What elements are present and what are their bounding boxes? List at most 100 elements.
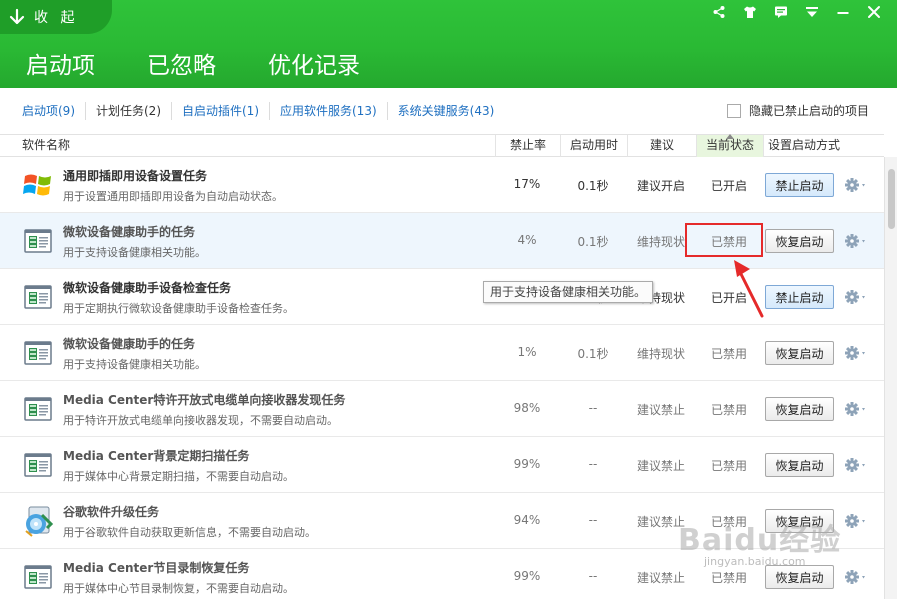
menu-icon[interactable] bbox=[796, 2, 827, 22]
feedback-icon[interactable] bbox=[765, 2, 796, 22]
windows-logo-icon bbox=[22, 169, 54, 201]
hide-disabled-checkbox[interactable]: 隐藏已禁止启动的项目 bbox=[726, 102, 869, 119]
item-startup-time: -- bbox=[588, 401, 598, 415]
filter-tab-autostart-plugins[interactable]: 自启动插件(1) bbox=[172, 102, 270, 120]
item-disable-rate: 1% bbox=[517, 345, 537, 359]
arrow-down-icon bbox=[0, 0, 34, 34]
window-app-icon bbox=[22, 561, 54, 593]
item-name: Media Center节目录制恢复任务 bbox=[63, 561, 250, 575]
filter-bar: 启动项(9) 计划任务(2) 自启动插件(1) 应用软件服务(13) 系统关键服… bbox=[0, 88, 897, 134]
item-description: 用于特许开放式电缆单向接收器发现，不需要自动启动。 bbox=[63, 414, 338, 427]
annotation-highlight-box bbox=[685, 223, 763, 257]
window-app-icon bbox=[22, 393, 54, 425]
item-description: 用于设置通用即插即用设备为自动启动状态。 bbox=[63, 190, 283, 203]
filter-tab-app-services[interactable]: 应用软件服务(13) bbox=[270, 102, 388, 120]
gear-icon[interactable] bbox=[844, 343, 868, 363]
restore-startup-button[interactable]: 恢复启动 bbox=[765, 341, 834, 365]
item-disable-rate: 99% bbox=[513, 569, 541, 583]
item-description: 用于媒体中心节目录制恢复，不需要自动启动。 bbox=[63, 582, 294, 595]
column-header-action: 设置启动方式 bbox=[763, 135, 884, 157]
item-advice: 建议开启 bbox=[636, 179, 685, 193]
checkbox-box[interactable] bbox=[726, 103, 741, 118]
window-controls bbox=[703, 2, 889, 22]
item-description: 用于谷歌软件自动获取更新信息，不需要自动启动。 bbox=[63, 526, 316, 539]
filter-tab-scheduled-tasks[interactable]: 计划任务(2) bbox=[86, 102, 172, 120]
item-disable-rate: 17% bbox=[513, 177, 541, 191]
column-header-advice[interactable]: 建议 bbox=[627, 135, 696, 157]
item-disable-rate: 98% bbox=[513, 401, 541, 415]
sort-up-icon bbox=[726, 134, 734, 139]
table-row[interactable]: 微软设备健康助手的任务 用于支持设备健康相关功能。 1% 0.1秒 维持现状 已禁用 恢复启… bbox=[0, 325, 884, 381]
window-app-icon bbox=[22, 225, 54, 257]
shirt-skin-icon[interactable] bbox=[734, 2, 765, 22]
column-header-name[interactable]: 软件名称 bbox=[0, 135, 495, 157]
gear-icon[interactable] bbox=[844, 231, 868, 251]
gear-icon[interactable] bbox=[844, 175, 868, 195]
item-startup-time: -- bbox=[588, 513, 598, 527]
vertical-scrollbar[interactable] bbox=[884, 157, 897, 599]
item-state: 已禁用 bbox=[710, 459, 747, 473]
table-row[interactable]: Media Center特许开放式电缆单向接收器发现任务 用于特许开放式电缆单向接… bbox=[0, 381, 884, 437]
annotation-arrow-icon bbox=[734, 260, 764, 318]
item-advice: 建议禁止 bbox=[636, 459, 685, 473]
main-tabs: 启动项 已忽略 优化记录 bbox=[18, 46, 368, 92]
item-state: 已禁用 bbox=[710, 403, 747, 417]
item-name: Media Center特许开放式电缆单向接收器发现任务 bbox=[63, 393, 346, 407]
item-advice: 建议禁止 bbox=[636, 403, 685, 417]
window-app-icon bbox=[22, 449, 54, 481]
column-header-state[interactable]: 当前状态 bbox=[696, 134, 763, 157]
filter-tab-system-services[interactable]: 系统关键服务(43) bbox=[388, 102, 505, 120]
disable-startup-button[interactable]: 禁止启动 bbox=[765, 173, 834, 197]
restore-startup-button[interactable]: 恢复启动 bbox=[765, 229, 834, 253]
item-name: 通用即插即用设备设置任务 bbox=[63, 169, 208, 183]
item-advice: 维持现状 bbox=[636, 347, 685, 361]
item-name: Media Center背景定期扫描任务 bbox=[63, 449, 250, 463]
table-row[interactable]: 通用即插即用设备设置任务用于设置通用即插即用设备为自动启动状态。 17% 0.1秒 建… bbox=[0, 157, 884, 213]
item-disable-rate: 4% bbox=[517, 233, 537, 247]
item-name: 谷歌软件升级任务 bbox=[63, 505, 160, 519]
table-row[interactable]: Media Center背景定期扫描任务用于媒体中心背景定期扫描，不需要自动启动… bbox=[0, 437, 884, 493]
watermark: Baidu经验 jingyan.baidu.com bbox=[678, 515, 858, 585]
restore-startup-button[interactable]: 恢复启动 bbox=[765, 397, 834, 421]
table-header: 软件名称 禁止率 启动用时 建议 当前状态 设置启动方式 bbox=[0, 134, 884, 157]
item-startup-time: 0.1秒 bbox=[577, 179, 609, 193]
item-disable-rate: 94% bbox=[513, 513, 541, 527]
collapse-button[interactable]: 收 起 bbox=[0, 0, 112, 34]
item-startup-time: -- bbox=[588, 569, 598, 583]
item-startup-time: 0.1秒 bbox=[577, 347, 609, 361]
gear-icon[interactable] bbox=[844, 287, 868, 307]
column-header-time[interactable]: 启动用时 bbox=[560, 135, 627, 157]
share-icon[interactable] bbox=[703, 2, 734, 22]
tab-startup-items[interactable]: 启动项 bbox=[18, 46, 103, 92]
disable-startup-button[interactable]: 禁止启动 bbox=[765, 285, 834, 309]
item-name: 微软设备健康助手的任务 bbox=[63, 225, 196, 239]
scrollbar-thumb[interactable] bbox=[888, 169, 895, 229]
item-description: 用于媒体中心背景定期扫描，不需要自动启动。 bbox=[63, 470, 294, 483]
item-name: 微软设备健康助手设备检查任务 bbox=[63, 281, 232, 295]
column-header-state-label: 当前状态 bbox=[705, 138, 754, 152]
tab-ignored[interactable]: 已忽略 bbox=[139, 46, 224, 86]
watermark-logo: Baidu经验 bbox=[678, 523, 842, 558]
item-disable-rate: 99% bbox=[513, 457, 541, 471]
gear-icon[interactable] bbox=[844, 399, 868, 419]
item-name: 微软设备健康助手的任务 bbox=[63, 337, 196, 351]
close-icon[interactable] bbox=[858, 2, 889, 22]
tab-optimize-history[interactable]: 优化记录 bbox=[260, 46, 368, 86]
hide-disabled-label: 隐藏已禁止启动的项目 bbox=[748, 104, 869, 118]
item-description: 用于支持设备健康相关功能。 bbox=[63, 358, 206, 371]
item-startup-time: 0.1秒 bbox=[577, 235, 609, 249]
item-startup-time: -- bbox=[588, 457, 598, 471]
description-tooltip: 用于支持设备健康相关功能。 bbox=[483, 281, 654, 303]
collapse-label: 收 起 bbox=[34, 10, 79, 26]
column-header-rate[interactable]: 禁止率 bbox=[495, 135, 560, 157]
item-state: 已开启 bbox=[710, 179, 747, 193]
filter-tab-startup[interactable]: 启动项(9) bbox=[12, 102, 86, 120]
gear-icon[interactable] bbox=[844, 455, 868, 475]
app-header: 收 起 启动项 已忽略 优化记录 bbox=[0, 0, 897, 92]
item-state: 已禁用 bbox=[710, 347, 747, 361]
minimize-icon[interactable] bbox=[827, 2, 858, 22]
window-app-icon bbox=[22, 281, 54, 313]
restore-startup-button[interactable]: 恢复启动 bbox=[765, 453, 834, 477]
item-description: 用于定期执行微软设备健康助手设备检查任务。 bbox=[63, 302, 294, 315]
software-update-icon bbox=[22, 505, 54, 537]
